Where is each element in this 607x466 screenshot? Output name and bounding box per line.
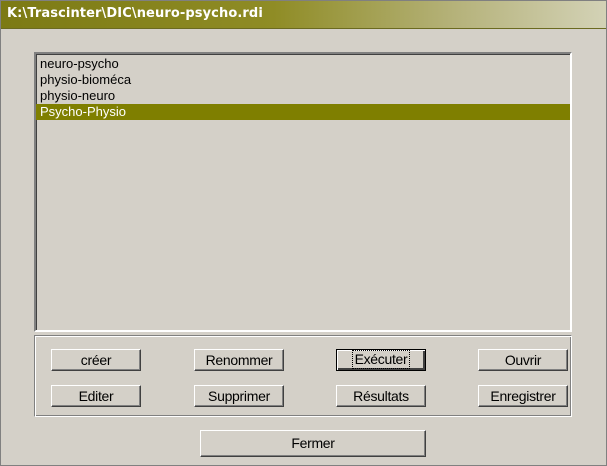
renommer-button[interactable]: Renommer: [194, 349, 284, 371]
fermer-button[interactable]: Fermer: [200, 430, 426, 457]
enregistrer-button[interactable]: Enregistrer: [478, 385, 568, 407]
executer-button[interactable]: Exécuter: [336, 349, 426, 371]
editer-button[interactable]: Editer: [51, 385, 141, 407]
ouvrir-button-label: Ouvrir: [504, 352, 542, 368]
fermer-button-label: Fermer: [291, 435, 335, 451]
resultats-button[interactable]: Résultats: [336, 385, 426, 407]
renommer-button-label: Renommer: [205, 352, 273, 368]
dialog-window: K:\Trascinter\DIC\neuro-psycho.rdi neuro…: [0, 0, 607, 466]
list-item-neuro-psycho[interactable]: neuro-psycho: [36, 56, 570, 72]
ouvrir-button[interactable]: Ouvrir: [478, 349, 568, 371]
supprimer-button[interactable]: Supprimer: [194, 385, 284, 407]
creer-button[interactable]: créer: [51, 349, 141, 371]
file-listbox[interactable]: neuro-psycho physio-bioméca physio-neuro…: [34, 52, 572, 332]
list-item-psycho-physio[interactable]: Psycho-Physio: [36, 104, 570, 120]
list-item-physio-biomeca[interactable]: physio-bioméca: [36, 72, 570, 88]
resultats-button-label: Résultats: [353, 388, 409, 404]
editer-button-label: Editer: [78, 388, 114, 404]
creer-button-label: créer: [80, 352, 112, 368]
list-item-physio-neuro[interactable]: physio-neuro: [36, 88, 570, 104]
executer-button-label: Exécuter: [351, 350, 411, 369]
enregistrer-button-label: Enregistrer: [490, 388, 556, 404]
supprimer-button-label: Supprimer: [208, 388, 270, 404]
window-title: K:\Trascinter\DIC\neuro-psycho.rdi: [7, 6, 263, 21]
title-bar[interactable]: K:\Trascinter\DIC\neuro-psycho.rdi: [1, 1, 606, 29]
